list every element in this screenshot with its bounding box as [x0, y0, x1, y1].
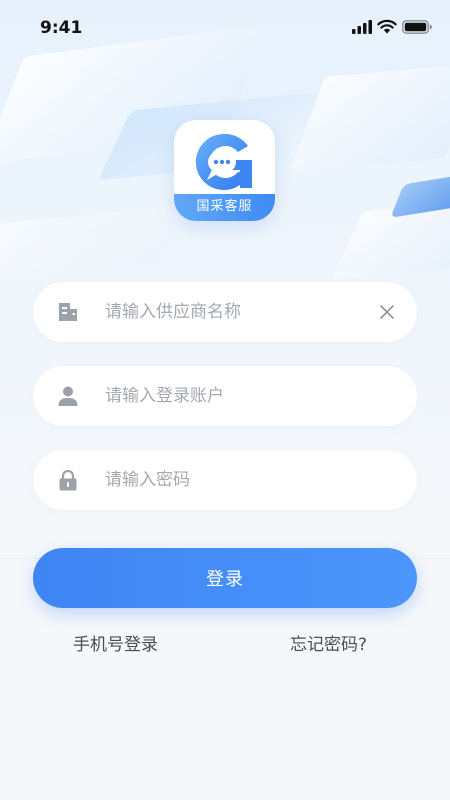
supplier-field[interactable]	[33, 282, 417, 342]
status-time: 9:41	[40, 18, 83, 38]
phone-login-link[interactable]: 手机号登录	[73, 630, 158, 655]
account-input[interactable]	[105, 366, 365, 426]
chat-bubble-g-icon	[195, 133, 252, 190]
signal-icon	[352, 20, 372, 34]
decor-shape	[330, 198, 450, 282]
app-logo: 国采客服	[174, 120, 275, 221]
wifi-icon	[377, 19, 397, 34]
close-icon[interactable]	[379, 304, 395, 320]
decor-shape	[289, 63, 450, 172]
battery-icon	[402, 20, 432, 34]
password-field[interactable]	[33, 450, 417, 510]
account-field[interactable]	[33, 366, 417, 426]
status-bar: 9:41	[0, 0, 450, 56]
forgot-password-link[interactable]: 忘记密码?	[290, 630, 367, 655]
lock-icon	[59, 469, 77, 491]
user-icon	[58, 386, 78, 406]
logo-label: 国采客服	[174, 194, 275, 221]
supplier-input[interactable]	[105, 282, 365, 342]
password-input[interactable]	[105, 450, 365, 510]
login-button[interactable]: 登录	[33, 548, 417, 608]
building-icon	[59, 303, 77, 321]
decor-shape	[0, 204, 190, 286]
